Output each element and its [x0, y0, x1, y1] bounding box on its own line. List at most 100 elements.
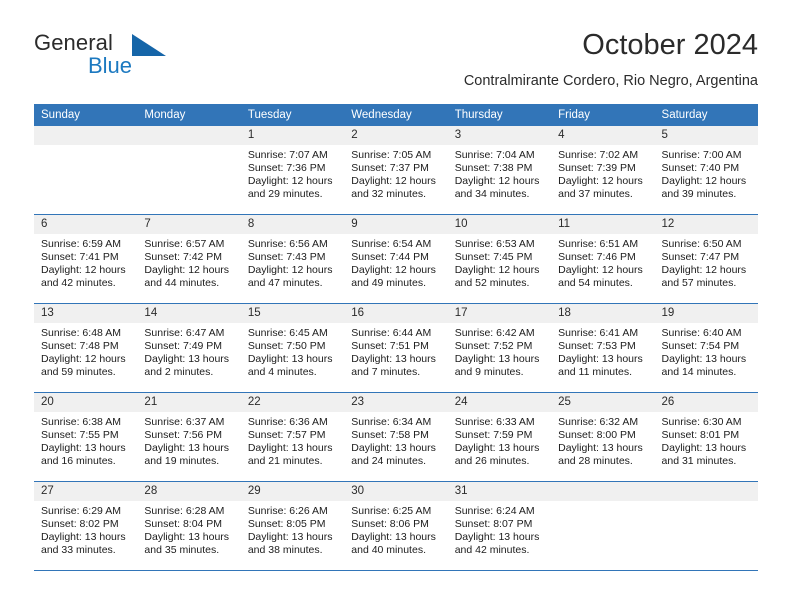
calendar-day-cell[interactable]: 28 Sunrise: 6:28 AM Sunset: 8:04 PM Dayligh…: [137, 481, 241, 571]
calendar-day-cell[interactable]: 22 Sunrise: 6:36 AM Sunset: 7:57 PM Dayligh…: [240, 392, 345, 482]
sunset-text: Sunset: 7:41 PM: [41, 251, 119, 264]
sunset-text: Sunset: 7:43 PM: [247, 251, 326, 264]
calendar-week-row: 13 Sunrise: 6:48 AM Sunset: 7:48 PM Dayligh…: [34, 303, 758, 393]
general-blue-logo[interactable]: General Blue: [34, 28, 254, 84]
calendar-day-cell[interactable]: 10 Sunrise: 6:53 AM Sunset: 7:45 PM Dayligh…: [447, 214, 552, 304]
day-number: [654, 482, 758, 501]
daylight-text-line2: and 14 minutes.: [661, 366, 737, 379]
calendar-day-cell[interactable]: 14 Sunrise: 6:47 AM Sunset: 7:49 PM Dayligh…: [137, 303, 241, 393]
calendar-day-cell[interactable]: 15 Sunrise: 6:45 AM Sunset: 7:50 PM Dayligh…: [240, 303, 345, 393]
sunset-text: Sunset: 7:56 PM: [144, 429, 223, 442]
daylight-text-line2: and 2 minutes.: [144, 366, 214, 379]
daylight-text-line2: and 7 minutes.: [351, 366, 421, 379]
day-number: 26: [654, 393, 758, 412]
day-number: 30: [344, 482, 448, 501]
calendar-day-cell[interactable]: 26 Sunrise: 6:30 AM Sunset: 8:01 PM Dayligh…: [654, 392, 758, 482]
calendar-day-cell[interactable]: 27 Sunrise: 6:29 AM Sunset: 8:02 PM Dayligh…: [34, 481, 138, 571]
weekday-header-row: Sunday Monday Tuesday Wednesday Thursday…: [34, 104, 758, 126]
calendar-day-cell[interactable]: 24 Sunrise: 6:33 AM Sunset: 7:59 PM Dayligh…: [447, 392, 552, 482]
day-number: 6: [34, 215, 138, 234]
sunset-text: Sunset: 8:05 PM: [247, 518, 326, 531]
daylight-text-line2: and 11 minutes.: [558, 366, 633, 379]
daylight-text-line2: and 21 minutes.: [247, 455, 323, 468]
calendar-day-cell[interactable]: 9 Sunrise: 6:54 AM Sunset: 7:44 PM Daylight…: [344, 214, 448, 304]
calendar-page: General Blue October 2024 Contralmirante…: [0, 0, 792, 612]
daylight-text-line1: Daylight: 12 hours: [558, 264, 643, 277]
day-number: 22: [240, 393, 345, 412]
day-sun-info: Sunrise: 6:57 AM Sunset: 7:42 PM Daylight:…: [137, 234, 240, 290]
day-sun-info: Sunrise: 6:36 AM Sunset: 7:57 PM Daylight:…: [241, 412, 344, 468]
calendar-day-cell[interactable]: 17 Sunrise: 6:42 AM Sunset: 7:52 PM Dayligh…: [447, 303, 552, 393]
day-number: 7: [137, 215, 241, 234]
daylight-text-line2: and 26 minutes.: [454, 455, 530, 468]
calendar-day-cell[interactable]: 21 Sunrise: 6:37 AM Sunset: 7:56 PM Dayligh…: [137, 392, 241, 482]
calendar-day-cell[interactable]: 12 Sunrise: 6:50 AM Sunset: 7:47 PM Dayligh…: [654, 214, 758, 304]
day-sun-info: Sunrise: 6:47 AM Sunset: 7:49 PM Daylight:…: [137, 323, 240, 379]
sunset-text: Sunset: 7:47 PM: [661, 251, 740, 264]
sunrise-text: Sunrise: 6:53 AM: [454, 238, 535, 250]
calendar-day-cell[interactable]: 3 Sunrise: 7:04 AM Sunset: 7:38 PM Daylight…: [447, 126, 552, 215]
calendar-day-cell[interactable]: 11 Sunrise: 6:51 AM Sunset: 7:46 PM Dayligh…: [551, 214, 655, 304]
day-number: 16: [344, 304, 448, 323]
calendar-week-row: 1 Sunrise: 7:07 AM Sunset: 7:36 PM Daylight…: [34, 126, 758, 215]
calendar-day-cell[interactable]: 8 Sunrise: 6:56 AM Sunset: 7:43 PM Daylight…: [240, 214, 345, 304]
sunset-text: Sunset: 7:55 PM: [41, 429, 119, 442]
daylight-text-line2: and 34 minutes.: [454, 188, 530, 201]
calendar-day-cell[interactable]: 13 Sunrise: 6:48 AM Sunset: 7:48 PM Dayligh…: [34, 303, 138, 393]
daylight-text-line2: and 42 minutes.: [454, 544, 530, 557]
sunset-text: Sunset: 8:02 PM: [41, 518, 119, 531]
daylight-text-line1: Daylight: 13 hours: [661, 442, 747, 455]
sunset-text: Sunset: 7:46 PM: [558, 251, 636, 264]
calendar-day-cell[interactable]: 7 Sunrise: 6:57 AM Sunset: 7:42 PM Daylight…: [137, 214, 241, 304]
calendar-day-cell[interactable]: 23 Sunrise: 6:34 AM Sunset: 7:58 PM Dayligh…: [344, 392, 448, 482]
day-sun-info: Sunrise: 6:37 AM Sunset: 7:56 PM Daylight:…: [137, 412, 240, 468]
sunset-text: Sunset: 7:49 PM: [144, 340, 223, 353]
day-sun-info: Sunrise: 7:05 AM Sunset: 7:37 PM Daylight:…: [344, 145, 447, 201]
sunrise-text: Sunrise: 6:25 AM: [351, 505, 432, 517]
day-number: 21: [137, 393, 241, 412]
calendar-day-cell[interactable]: 25 Sunrise: 6:32 AM Sunset: 8:00 PM Dayligh…: [551, 392, 655, 482]
calendar-day-cell[interactable]: 29 Sunrise: 6:26 AM Sunset: 8:05 PM Dayligh…: [240, 481, 345, 571]
daylight-text-line1: Daylight: 13 hours: [351, 442, 436, 455]
calendar-day-cell[interactable]: 31 Sunrise: 6:24 AM Sunset: 8:07 PM Dayligh…: [447, 481, 552, 571]
daylight-text-line1: Daylight: 13 hours: [558, 353, 643, 366]
calendar-week-row: 20 Sunrise: 6:38 AM Sunset: 7:55 PM Dayligh…: [34, 392, 758, 482]
sunrise-sunset-calendar: Sunday Monday Tuesday Wednesday Thursday…: [34, 104, 758, 571]
day-sun-info: Sunrise: 6:51 AM Sunset: 7:46 PM Daylight:…: [551, 234, 654, 290]
calendar-day-cell[interactable]: 2 Sunrise: 7:05 AM Sunset: 7:37 PM Daylight…: [344, 126, 448, 215]
day-sun-info: Sunrise: 6:38 AM Sunset: 7:55 PM Daylight:…: [34, 412, 137, 468]
calendar-day-cell[interactable]: 19 Sunrise: 6:40 AM Sunset: 7:54 PM Dayligh…: [654, 303, 758, 393]
day-number: 28: [137, 482, 241, 501]
calendar-day-cell[interactable]: 20 Sunrise: 6:38 AM Sunset: 7:55 PM Dayligh…: [34, 392, 138, 482]
calendar-day-cell[interactable]: 6 Sunrise: 6:59 AM Sunset: 7:41 PM Daylight…: [34, 214, 138, 304]
calendar-day-cell[interactable]: 16 Sunrise: 6:44 AM Sunset: 7:51 PM Dayligh…: [344, 303, 448, 393]
calendar-body: 1 Sunrise: 7:07 AM Sunset: 7:36 PM Daylight…: [34, 126, 758, 571]
sunset-text: Sunset: 7:39 PM: [558, 162, 636, 175]
daylight-text-line2: and 44 minutes.: [144, 277, 220, 290]
sunset-text: Sunset: 7:57 PM: [247, 429, 326, 442]
daylight-text-line2: and 40 minutes.: [351, 544, 426, 557]
sunrise-text: Sunrise: 7:00 AM: [661, 149, 742, 161]
daylight-text-line1: Daylight: 12 hours: [661, 264, 747, 277]
calendar-day-cell[interactable]: 5 Sunrise: 7:00 AM Sunset: 7:40 PM Daylight…: [654, 126, 758, 215]
sunrise-text: Sunrise: 6:45 AM: [247, 327, 328, 339]
sunset-text: Sunset: 7:58 PM: [351, 429, 429, 442]
weekday-header-sunday: Sunday: [34, 104, 138, 126]
calendar-day-cell[interactable]: 4 Sunrise: 7:02 AM Sunset: 7:39 PM Daylight…: [551, 126, 655, 215]
sunset-text: Sunset: 7:52 PM: [454, 340, 533, 353]
day-sun-info: Sunrise: 7:07 AM Sunset: 7:36 PM Daylight:…: [241, 145, 344, 201]
day-number: 23: [344, 393, 448, 412]
day-sun-info: Sunrise: 6:45 AM Sunset: 7:50 PM Daylight:…: [241, 323, 344, 379]
calendar-day-cell[interactable]: 30 Sunrise: 6:25 AM Sunset: 8:06 PM Dayligh…: [344, 481, 448, 571]
calendar-day-cell[interactable]: 18 Sunrise: 6:41 AM Sunset: 7:53 PM Dayligh…: [551, 303, 655, 393]
sunrise-text: Sunrise: 7:04 AM: [454, 149, 535, 161]
day-number: [551, 482, 655, 501]
daylight-text-line1: Daylight: 12 hours: [144, 264, 230, 277]
sunset-text: Sunset: 7:59 PM: [454, 429, 533, 442]
day-sun-info: Sunrise: 6:24 AM Sunset: 8:07 PM Daylight:…: [448, 501, 551, 557]
daylight-text-line1: Daylight: 13 hours: [247, 531, 333, 544]
sunrise-text: Sunrise: 6:29 AM: [41, 505, 121, 517]
day-number: 29: [240, 482, 345, 501]
calendar-day-cell[interactable]: 1 Sunrise: 7:07 AM Sunset: 7:36 PM Daylight…: [240, 126, 345, 215]
weekday-header-saturday: Saturday: [654, 104, 758, 126]
